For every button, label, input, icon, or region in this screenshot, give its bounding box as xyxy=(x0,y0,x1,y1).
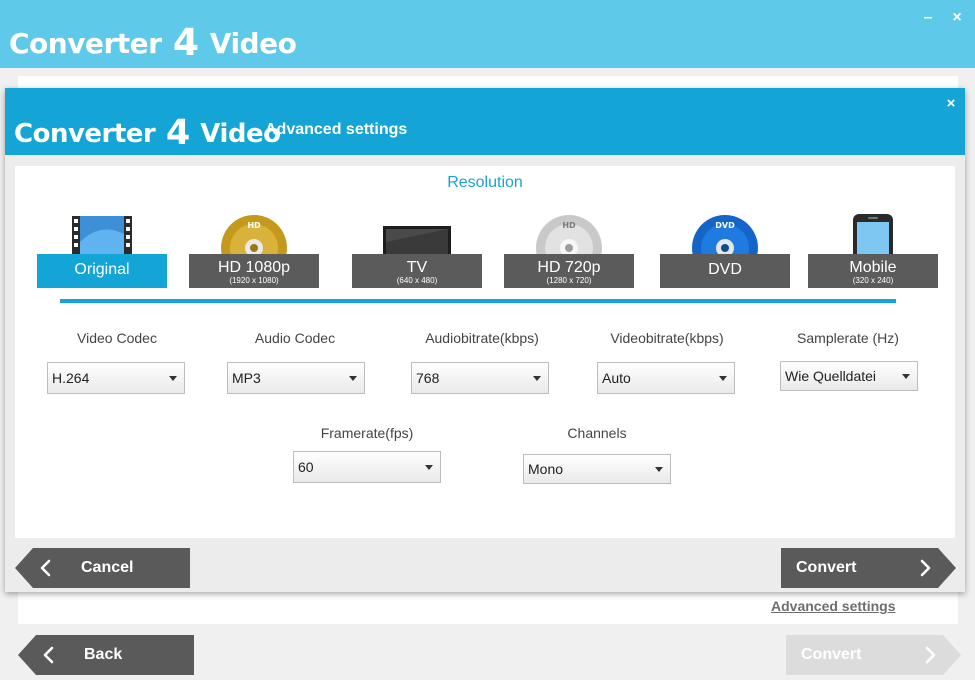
chevron-left-icon xyxy=(40,646,58,664)
preset-name: DVD xyxy=(708,261,742,278)
preset-resolution: (1280 x 720) xyxy=(546,276,592,285)
dvd-disc-icon: DVD xyxy=(660,212,790,256)
audio-bitrate-value: 768 xyxy=(416,370,440,386)
video-bitrate-select[interactable]: Auto xyxy=(597,362,735,394)
channels-label: Channels xyxy=(567,425,627,441)
dropdown-arrow-icon xyxy=(425,465,433,470)
preset-resolution: (320 x 240) xyxy=(852,276,894,285)
dialog-app-title: Converter 4 Video xyxy=(14,112,281,153)
dialog-close-button[interactable]: × xyxy=(943,96,959,112)
tv-icon xyxy=(352,212,482,256)
samplerate-label: Samplerate (Hz) xyxy=(797,330,899,346)
preset-mobile[interactable]: Mobile (320 x 240) xyxy=(808,212,938,288)
dropdown-arrow-icon xyxy=(902,374,910,379)
preset-name: HD 720p xyxy=(537,259,601,276)
advanced-settings-dialog: Converter 4 Video Advanced settings × Re… xyxy=(5,88,965,592)
samplerate-value: Wie Quelldatei xyxy=(785,368,877,384)
advanced-settings-link[interactable]: Advanced settings xyxy=(771,598,895,614)
preset-hd-720p-label: HD 720p (1280 x 720) xyxy=(504,254,634,288)
framerate-select[interactable]: 60 xyxy=(293,451,441,483)
svg-text:HD: HD xyxy=(247,221,261,230)
resolution-title: Resolution xyxy=(447,174,523,191)
app-title-part2: Video xyxy=(209,27,297,60)
audio-codec-select[interactable]: MP3 xyxy=(227,362,365,394)
video-bitrate-label: Videobitrate(kbps) xyxy=(610,330,724,346)
settings-panel: Resolution Original HD HD 1080p (1920 x … xyxy=(15,166,955,538)
samplerate-select[interactable]: Wie Quelldatei xyxy=(780,361,918,391)
convert-disabled-label: Convert xyxy=(801,646,862,663)
mobile-phone-icon xyxy=(808,212,938,256)
preset-resolution: (1920 x 1080) xyxy=(229,276,279,285)
svg-text:DVD: DVD xyxy=(715,221,735,230)
cancel-button[interactable]: Cancel xyxy=(15,548,190,588)
preset-tv-label: TV (640 x 480) xyxy=(352,254,482,288)
preset-name: Mobile xyxy=(849,259,897,276)
silver-hd-disc-icon: HD xyxy=(504,212,634,256)
audio-bitrate-label: Audiobitrate(kbps) xyxy=(425,330,539,346)
close-window-button[interactable]: × xyxy=(947,8,967,28)
dropdown-arrow-icon xyxy=(349,376,357,381)
preset-hd-1080p-label: HD 1080p (1920 x 1080) xyxy=(189,254,319,288)
chevron-right-icon xyxy=(916,559,934,577)
dialog-header: Converter 4 Video Advanced settings × xyxy=(5,88,965,155)
resolution-divider xyxy=(60,299,896,303)
cancel-button-label: Cancel xyxy=(81,559,134,576)
app-title-number: 4 xyxy=(172,20,199,64)
dialog-title-number: 4 xyxy=(165,112,190,153)
film-strip-icon xyxy=(37,212,167,256)
framerate-value: 60 xyxy=(298,459,314,475)
preset-mobile-label: Mobile (320 x 240) xyxy=(808,254,938,288)
audio-codec-label: Audio Codec xyxy=(254,330,336,346)
framerate-label: Framerate(fps) xyxy=(320,425,414,441)
svg-text:HD: HD xyxy=(562,221,576,230)
main-titlebar: Converter 4 Video – × xyxy=(0,0,975,68)
preset-name: Original xyxy=(74,261,130,278)
preset-dvd[interactable]: DVD DVD xyxy=(660,212,790,288)
app-title-part1: Converter xyxy=(9,27,162,60)
channels-value: Mono xyxy=(528,461,564,477)
audio-codec-value: MP3 xyxy=(232,370,261,386)
dropdown-arrow-icon xyxy=(655,467,663,472)
preset-original[interactable]: Original xyxy=(37,212,167,288)
preset-tv[interactable]: TV (640 x 480) xyxy=(352,212,482,288)
video-bitrate-value: Auto xyxy=(602,370,631,386)
preset-name: TV xyxy=(406,259,428,276)
video-codec-label: Video Codec xyxy=(77,330,157,346)
dropdown-arrow-icon xyxy=(169,376,177,381)
dialog-title-part1: Converter xyxy=(14,119,156,149)
preset-dvd-label: DVD xyxy=(660,254,790,288)
preset-hd-1080p[interactable]: HD HD 1080p (1920 x 1080) xyxy=(189,212,319,288)
dialog-subtitle: Advanced settings xyxy=(265,121,408,138)
app-title: Converter 4 Video xyxy=(9,20,297,64)
convert-button-label: Convert xyxy=(796,559,857,576)
video-codec-value: H.264 xyxy=(52,370,90,386)
preset-hd-720p[interactable]: HD HD 720p (1280 x 720) xyxy=(504,212,634,288)
preset-resolution: (640 x 480) xyxy=(396,276,438,285)
convert-button-disabled[interactable]: Convert xyxy=(786,635,961,675)
chevron-right-icon xyxy=(921,646,939,664)
video-codec-select[interactable]: H.264 xyxy=(47,362,185,394)
back-button-label: Back xyxy=(84,646,123,663)
preset-name: HD 1080p xyxy=(217,259,291,276)
audio-bitrate-select[interactable]: 768 xyxy=(411,362,549,394)
preset-original-label: Original xyxy=(37,254,167,288)
convert-button[interactable]: Convert xyxy=(781,548,956,588)
channels-select[interactable]: Mono xyxy=(523,454,671,484)
back-button[interactable]: Back xyxy=(18,635,194,675)
dropdown-arrow-icon xyxy=(719,376,727,381)
chevron-left-icon xyxy=(37,559,55,577)
minimize-button[interactable]: – xyxy=(918,8,938,28)
gold-hd-disc-icon: HD xyxy=(189,212,319,256)
dropdown-arrow-icon xyxy=(533,376,541,381)
